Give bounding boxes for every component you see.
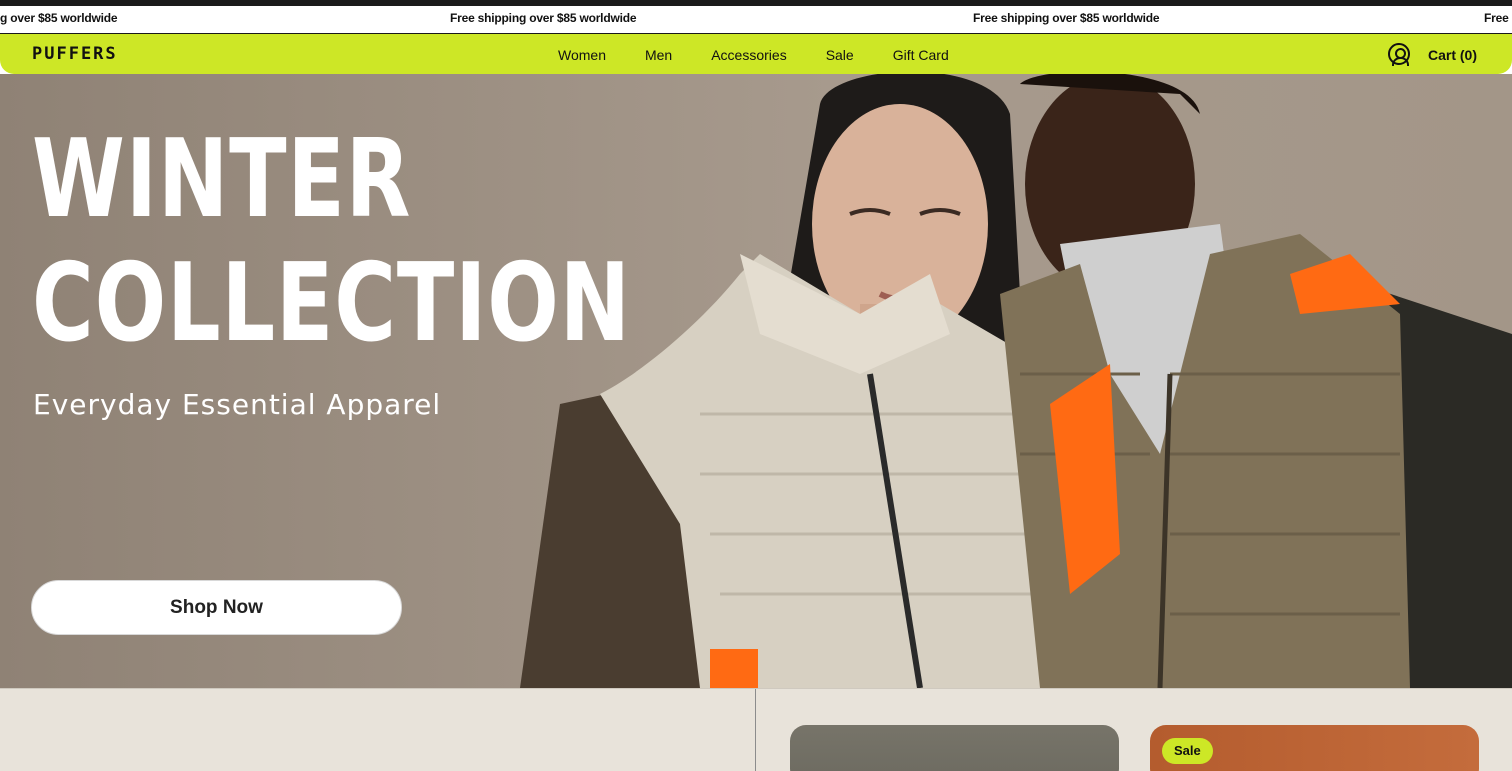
- hero-banner: WINTER COLLECTION Everyday Essential App…: [0, 74, 1512, 688]
- nav-link-men[interactable]: Men: [645, 47, 672, 63]
- product-card[interactable]: Sale: [1150, 725, 1479, 771]
- announcement-text: Free shipping over $85 worldwide: [450, 11, 637, 25]
- brand-logo[interactable]: PUFFERS: [32, 44, 118, 64]
- cart-link[interactable]: Cart (0): [1428, 47, 1477, 63]
- user-circle-icon[interactable]: [1388, 43, 1410, 66]
- main-nav: Women Men Accessories Sale Gift Card: [558, 47, 949, 63]
- sale-badge: Sale: [1162, 738, 1213, 764]
- announcement-text: Free: [1484, 11, 1509, 25]
- product-card[interactable]: [790, 725, 1119, 771]
- product-section: Sale: [0, 688, 1512, 771]
- hero-subtitle: Everyday Essential Apparel: [33, 388, 442, 421]
- hero-title: WINTER COLLECTION: [32, 117, 631, 366]
- nav-link-accessories[interactable]: Accessories: [711, 47, 786, 63]
- hero-title-line: WINTER: [32, 117, 412, 242]
- announcement-text: Free shipping over $85 worldwide: [973, 11, 1160, 25]
- section-divider: [755, 689, 756, 771]
- nav-link-sale[interactable]: Sale: [826, 47, 854, 63]
- announcement-text: g over $85 worldwide: [0, 11, 118, 25]
- nav-link-gift-card[interactable]: Gift Card: [893, 47, 949, 63]
- site-header: PUFFERS Women Men Accessories Sale Gift …: [0, 33, 1512, 74]
- announcement-bar: g over $85 worldwide Free shipping over …: [0, 0, 1512, 33]
- hero-title-line: COLLECTION: [32, 241, 631, 366]
- shop-now-button[interactable]: Shop Now: [31, 580, 402, 635]
- nav-link-women[interactable]: Women: [558, 47, 606, 63]
